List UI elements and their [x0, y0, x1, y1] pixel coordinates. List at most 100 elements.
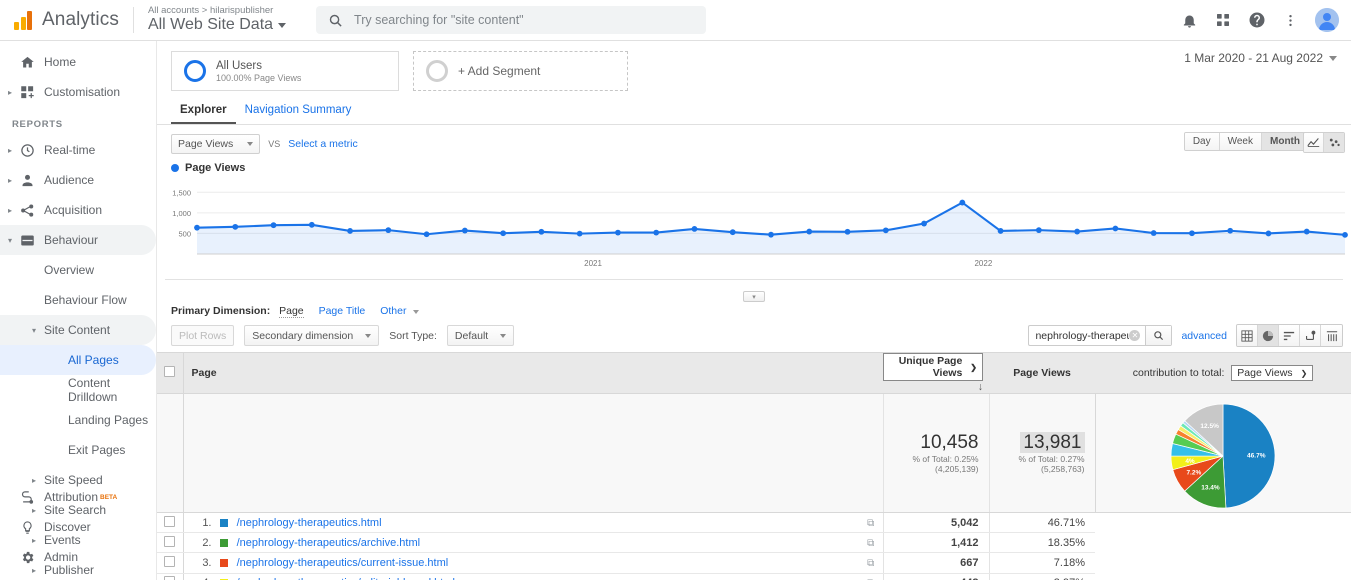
pivot-view-icon[interactable] [1321, 325, 1342, 346]
sidebar-item-overview[interactable]: Overview [0, 255, 156, 285]
primary-dimension-label: Primary Dimension: [171, 305, 271, 317]
pie-chart-svg[interactable]: 46.7% 13.4% 7.2% 4% 12.5% [1167, 400, 1279, 512]
row-page-cell: 2. /nephrology-therapeutics/archive.html [183, 532, 859, 554]
column-header-page[interactable]: Page [183, 352, 883, 394]
pie-chart[interactable]: 46.7% 13.4% 7.2% 4% 12.5% [1167, 400, 1279, 512]
row-page-link[interactable]: /nephrology-therapeutics/current-issue.h… [237, 557, 449, 569]
sidebar-item-discover[interactable]: Discover [0, 512, 156, 542]
help-icon[interactable] [1248, 11, 1266, 29]
table-search-group: ✕ advanced [1028, 324, 1343, 347]
sort-desc-icon[interactable]: ↓ [978, 381, 983, 393]
comparison-view-icon[interactable] [1300, 325, 1321, 346]
performance-view-icon[interactable] [1279, 325, 1300, 346]
segment-bar: All Users 100.00% Page Views + Add Segme… [157, 41, 1351, 91]
apps-grid-icon[interactable] [1215, 12, 1231, 28]
table-header-row: Page Unique Page Views ❯ ↓ Page Views co… [157, 352, 1351, 394]
clear-icon[interactable]: ✕ [1129, 330, 1141, 341]
secondary-dimension-button[interactable]: Secondary dimension [244, 325, 380, 346]
row-open-external-cell[interactable]: ⧉ [858, 512, 883, 534]
add-segment-label: + Add Segment [458, 64, 541, 78]
plot-rows-button[interactable]: Plot Rows [171, 325, 235, 346]
search-input[interactable] [354, 13, 695, 27]
sidebar-item-customisation[interactable]: ▸ Customisation [0, 77, 156, 107]
line-chart-icon[interactable] [1304, 133, 1324, 152]
granularity-day[interactable]: Day [1184, 133, 1220, 150]
chart-range-slider-handle[interactable]: ▾ [743, 291, 765, 302]
date-range-selector[interactable]: 1 Mar 2020 - 21 Aug 2022 [1184, 51, 1337, 65]
granularity-month[interactable]: Month [1262, 133, 1308, 150]
contribution-metric-select[interactable]: Page Views ❯ [1231, 365, 1314, 381]
row-checkbox-cell[interactable] [157, 573, 184, 580]
property-label: All Web Site Data [147, 16, 274, 34]
row-checkbox[interactable] [164, 555, 176, 567]
table-row[interactable]: 4. /nephrology-therapeutics/editorial-bo… [157, 573, 1351, 580]
sidebar-item-home[interactable]: Home [0, 47, 156, 77]
tab-explorer[interactable]: Explorer [171, 100, 236, 124]
dimension-option-page-title[interactable]: Page Title [319, 305, 366, 317]
dimension-option-other[interactable]: Other [380, 305, 406, 317]
row-checkbox[interactable] [164, 535, 176, 547]
row-checkbox-cell[interactable] [157, 552, 184, 574]
table-row[interactable]: 2. /nephrology-therapeutics/archive.html… [157, 532, 1351, 554]
pie-view-icon[interactable] [1258, 325, 1279, 346]
row-open-external-cell[interactable]: ⧉ [858, 532, 883, 554]
external-link-icon[interactable]: ⧉ [867, 538, 874, 549]
row-checkbox-cell[interactable] [157, 512, 184, 534]
sidebar-item-admin[interactable]: Admin [0, 542, 156, 572]
row-checkbox-cell[interactable] [157, 532, 184, 554]
metric-select[interactable]: Page Views [171, 134, 261, 154]
line-chart-svg[interactable]: 500 1,000 1,500 2021 2022 [165, 176, 1351, 276]
more-vertical-icon[interactable] [1283, 13, 1298, 28]
external-link-icon[interactable]: ⧉ [867, 518, 874, 529]
sidebar-item-behaviour-flow[interactable]: Behaviour Flow [0, 285, 156, 315]
unique-page-views-select[interactable]: Unique Page Views ❯ [883, 353, 983, 381]
sidebar-item-landing-pages[interactable]: Landing Pages [0, 405, 156, 435]
granularity-week[interactable]: Week [1219, 133, 1262, 150]
row-page-link[interactable]: /nephrology-therapeutics.html [237, 517, 382, 529]
sidebar-item-site-content[interactable]: ▾ Site Content [0, 315, 156, 345]
behaviour-icon [20, 233, 44, 248]
column-header-page-views[interactable]: Page Views [989, 352, 1095, 394]
column-header-unique-page-views[interactable]: Unique Page Views ❯ ↓ [883, 352, 989, 394]
select-metric-link[interactable]: Select a metric [288, 138, 357, 150]
table-row[interactable]: 3. /nephrology-therapeutics/current-issu… [157, 552, 1351, 574]
row-color-swatch [219, 518, 228, 527]
advanced-link[interactable]: advanced [1181, 330, 1227, 342]
sidebar-item-exit-pages[interactable]: Exit Pages [0, 435, 156, 465]
row-contribution-pct: 7.18% [988, 552, 1095, 574]
table-search-box[interactable]: ✕ [1028, 325, 1173, 346]
chevron-down-icon: ▾ [32, 325, 37, 335]
add-segment-button[interactable]: + Add Segment [413, 51, 628, 91]
avatar[interactable] [1315, 8, 1339, 32]
sidebar-item-real-time[interactable]: ▸ Real-time [0, 135, 156, 165]
sidebar-item-acquisition[interactable]: ▸ Acquisition [0, 195, 156, 225]
sidebar-item-label: Discover [44, 520, 91, 534]
sidebar-item-behaviour[interactable]: ▾ Behaviour [0, 225, 156, 255]
select-all-checkbox[interactable] [164, 366, 176, 377]
sidebar-item-content-drilldown[interactable]: Content Drilldown [0, 375, 156, 405]
table-row[interactable]: 1. /nephrology-therapeutics.html ⧉ 5,042… [157, 512, 1351, 534]
row-open-external-cell[interactable]: ⧉ [858, 573, 883, 580]
sort-type-select[interactable]: Default [446, 325, 515, 346]
search-icon[interactable] [1145, 326, 1172, 345]
select-all-header[interactable] [157, 352, 184, 394]
person-icon [20, 173, 44, 188]
chevron-down-icon: ❯ [1300, 368, 1308, 378]
segment-all-users[interactable]: All Users 100.00% Page Views [171, 51, 399, 91]
tab-navigation-summary[interactable]: Navigation Summary [236, 100, 361, 124]
sidebar-item-attribution[interactable]: Attribution BETA [0, 482, 156, 512]
row-index: 1. [202, 516, 212, 529]
row-page-link[interactable]: /nephrology-therapeutics/archive.html [237, 537, 420, 549]
bell-icon[interactable] [1181, 12, 1198, 29]
account-selector[interactable]: All accounts > hilarispublisher All Web … [147, 5, 287, 35]
global-search[interactable] [316, 6, 707, 34]
table-view-icon[interactable] [1237, 325, 1258, 346]
table-search-input[interactable] [1029, 329, 1130, 342]
row-checkbox[interactable] [164, 515, 176, 527]
sidebar-item-audience[interactable]: ▸ Audience [0, 165, 156, 195]
row-checkbox[interactable] [164, 576, 176, 580]
external-link-icon[interactable]: ⧉ [867, 558, 874, 569]
scatter-chart-icon[interactable] [1324, 133, 1344, 152]
row-open-external-cell[interactable]: ⧉ [858, 552, 883, 574]
sidebar-item-all-pages[interactable]: All Pages [0, 345, 156, 375]
